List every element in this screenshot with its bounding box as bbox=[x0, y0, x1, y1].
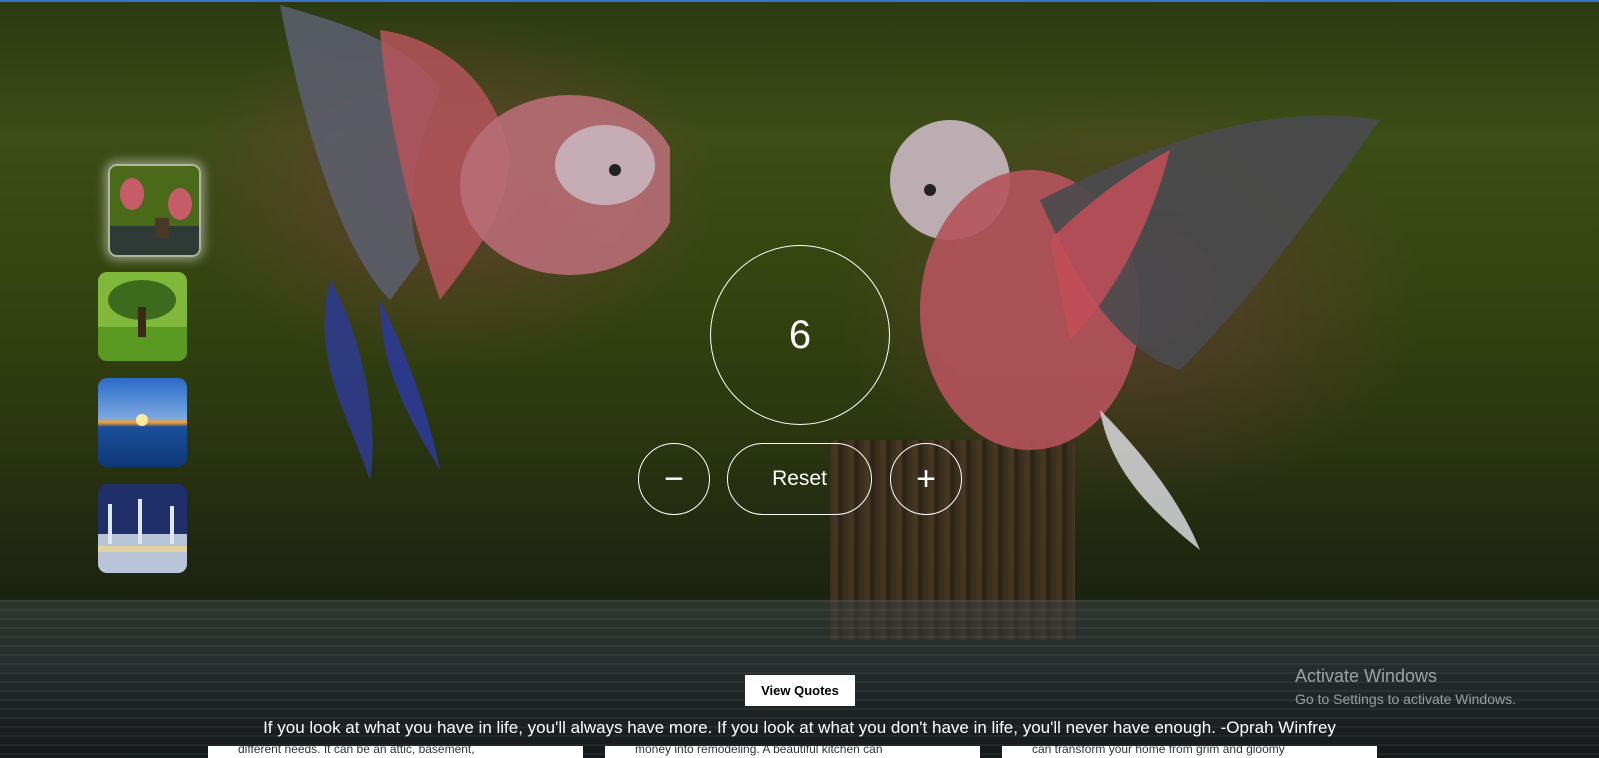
thumbnail-image bbox=[98, 484, 187, 573]
background-stage: 6 − Reset + View Quotes If you look at w… bbox=[0, 0, 1599, 758]
article-card[interactable]: money into remodeling. A beautiful kitch… bbox=[605, 746, 980, 758]
plus-icon: + bbox=[916, 459, 936, 498]
minus-icon: − bbox=[664, 459, 684, 498]
reset-button[interactable]: Reset bbox=[727, 443, 872, 515]
thumbnail-mosque-night[interactable] bbox=[98, 484, 187, 573]
thumbnail-tree-meadow[interactable] bbox=[98, 272, 187, 361]
article-cards-strip: different needs. It can be an attic, bas… bbox=[0, 746, 1599, 758]
article-card[interactable]: can transform your home from grim and gl… bbox=[1002, 746, 1377, 758]
right-parrot-illustration bbox=[890, 115, 1380, 550]
thumbnail-image bbox=[98, 378, 187, 467]
watermark-title: Activate Windows bbox=[1295, 666, 1438, 686]
decrement-button[interactable]: − bbox=[638, 443, 710, 515]
reset-label: Reset bbox=[772, 467, 827, 490]
article-card[interactable]: different needs. It can be an attic, bas… bbox=[208, 746, 583, 758]
thumbnail-sunset-sea[interactable] bbox=[98, 378, 187, 467]
thumbnail-galah-cockatoos[interactable] bbox=[108, 164, 201, 257]
counter-display: 6 bbox=[710, 245, 890, 425]
quote-text: If you look at what you have in life, yo… bbox=[263, 718, 1336, 737]
browser-top-accent bbox=[0, 0, 1599, 2]
increment-button[interactable]: + bbox=[890, 443, 962, 515]
activate-windows-watermark: Activate Windows Go to Settings to activ… bbox=[1295, 666, 1516, 707]
thumbnail-image bbox=[98, 272, 187, 361]
counter-value: 6 bbox=[788, 312, 812, 357]
view-quotes-button[interactable]: View Quotes bbox=[745, 675, 855, 706]
thumbnail-image bbox=[110, 166, 199, 255]
left-parrot-illustration bbox=[280, 5, 670, 480]
watermark-subtitle: Go to Settings to activate Windows. bbox=[1295, 691, 1516, 707]
